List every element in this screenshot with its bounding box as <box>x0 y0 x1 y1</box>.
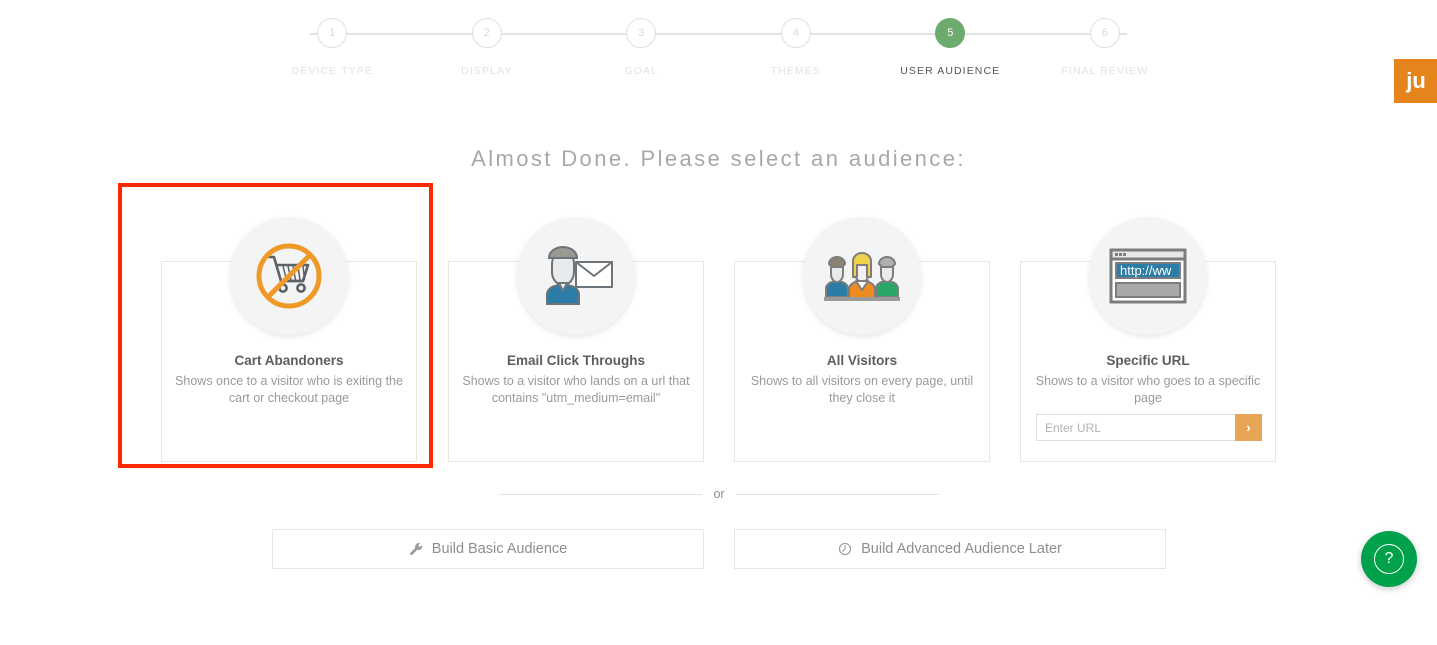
card-title: Email Click Throughs <box>449 353 703 368</box>
divider-line-left <box>499 494 702 495</box>
audience-card-email-click-throughs[interactable]: Email Click Throughs Shows to a visitor … <box>448 261 704 462</box>
step-circle: 6 <box>1090 18 1120 48</box>
person-with-envelope-icon <box>517 217 635 335</box>
audience-card-all-visitors[interactable]: All Visitors Shows to all visitors on ev… <box>734 261 990 462</box>
svg-text:http://ww: http://ww <box>1120 263 1172 278</box>
step-goal[interactable]: 3 GOAL <box>564 18 719 78</box>
card-description: Shows to a visitor who lands on a url th… <box>459 373 693 407</box>
step-circle: 3 <box>626 18 656 48</box>
audience-card-specific-url[interactable]: http://ww Specific URL Shows to a visito… <box>1020 261 1276 462</box>
card-description: Shows once to a visitor who is exiting t… <box>172 373 406 407</box>
audience-selection-page: ju 1 DEVICE TYPE 2 DISPLAY 3 GOAL 4 THEM… <box>0 0 1437 645</box>
step-number: 1 <box>329 27 335 39</box>
chevron-right-icon: › <box>1246 420 1250 435</box>
specific-url-input-row: › <box>1036 414 1262 441</box>
build-basic-audience-button[interactable]: Build Basic Audience <box>272 529 704 569</box>
step-device-type[interactable]: 1 DEVICE TYPE <box>255 18 410 78</box>
url-submit-button[interactable]: › <box>1235 414 1262 441</box>
step-number: 4 <box>793 27 799 39</box>
step-label: THEMES <box>771 65 821 77</box>
brand-logo[interactable]: ju <box>1394 59 1437 103</box>
brand-logo-text: ju <box>1406 68 1426 94</box>
card-title: Specific URL <box>1021 353 1275 368</box>
audience-card-list: Cart Abandoners Shows once to a visitor … <box>0 261 1437 466</box>
step-circle: 1 <box>317 18 347 48</box>
card-title: All Visitors <box>735 353 989 368</box>
question-mark-icon: ? <box>1374 544 1404 574</box>
step-number: 5 <box>947 27 953 39</box>
step-label: USER AUDIENCE <box>900 65 1000 77</box>
step-circle: 5 <box>935 18 965 48</box>
button-label: Build Basic Audience <box>432 541 567 557</box>
step-label: DISPLAY <box>461 65 512 77</box>
step-label: GOAL <box>624 65 658 77</box>
step-circle: 2 <box>472 18 502 48</box>
divider-label: or <box>713 487 724 501</box>
wizard-stepper: 1 DEVICE TYPE 2 DISPLAY 3 GOAL 4 THEMES … <box>255 18 1182 78</box>
three-people-icon <box>803 217 921 335</box>
step-display[interactable]: 2 DISPLAY <box>410 18 565 78</box>
wrench-icon <box>409 542 423 556</box>
card-description: Shows to a visitor who goes to a specifi… <box>1031 373 1265 407</box>
step-circle: 4 <box>781 18 811 48</box>
button-label: Build Advanced Audience Later <box>861 541 1062 557</box>
help-label: ? <box>1385 550 1394 568</box>
browser-url-icon: http://ww <box>1089 217 1207 335</box>
audience-card-cart-abandoners[interactable]: Cart Abandoners Shows once to a visitor … <box>161 261 417 462</box>
card-description: Shows to all visitors on every page, unt… <box>745 373 979 407</box>
step-final-review[interactable]: 6 FINAL REVIEW <box>1028 18 1183 78</box>
page-title: Almost Done. Please select an audience: <box>0 146 1437 172</box>
step-label: DEVICE TYPE <box>292 65 373 77</box>
step-number: 6 <box>1102 27 1108 39</box>
step-number: 2 <box>484 27 490 39</box>
step-number: 3 <box>638 27 644 39</box>
step-label: FINAL REVIEW <box>1061 65 1148 77</box>
step-themes[interactable]: 4 THEMES <box>719 18 874 78</box>
build-advanced-audience-later-button[interactable]: Build Advanced Audience Later <box>734 529 1166 569</box>
or-divider: or <box>499 484 939 504</box>
clock-icon <box>838 542 852 556</box>
divider-line-right <box>736 494 939 495</box>
no-shopping-cart-icon <box>230 217 348 335</box>
card-title: Cart Abandoners <box>162 353 416 368</box>
help-button[interactable]: ? <box>1361 531 1417 587</box>
url-input[interactable] <box>1036 414 1235 441</box>
step-user-audience[interactable]: 5 USER AUDIENCE <box>873 18 1028 78</box>
